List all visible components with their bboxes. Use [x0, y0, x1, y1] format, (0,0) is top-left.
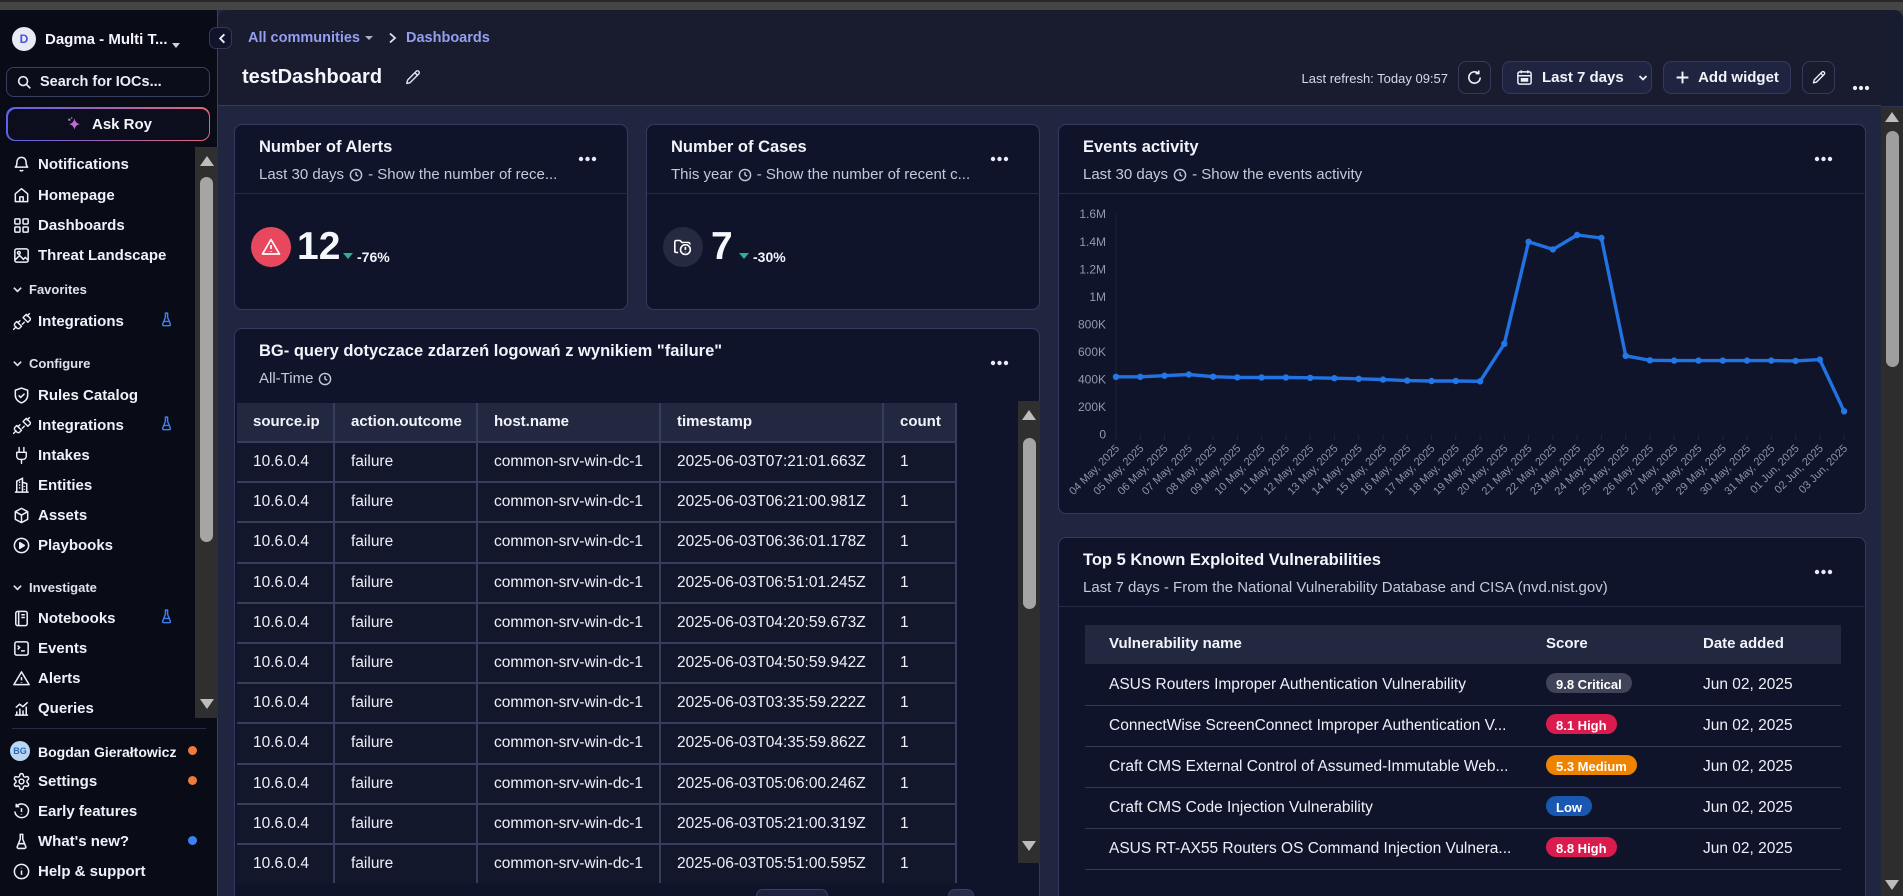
svg-text:400K: 400K [1078, 373, 1106, 387]
svg-text:1.2M: 1.2M [1079, 262, 1106, 276]
svg-text:1M: 1M [1089, 290, 1106, 304]
svg-text:1.4M: 1.4M [1079, 235, 1106, 249]
svg-text:0: 0 [1099, 428, 1106, 442]
svg-text:200K: 200K [1078, 400, 1106, 414]
svg-text:800K: 800K [1078, 317, 1106, 331]
svg-text:1.6M: 1.6M [1079, 207, 1106, 221]
svg-text:600K: 600K [1078, 345, 1106, 359]
